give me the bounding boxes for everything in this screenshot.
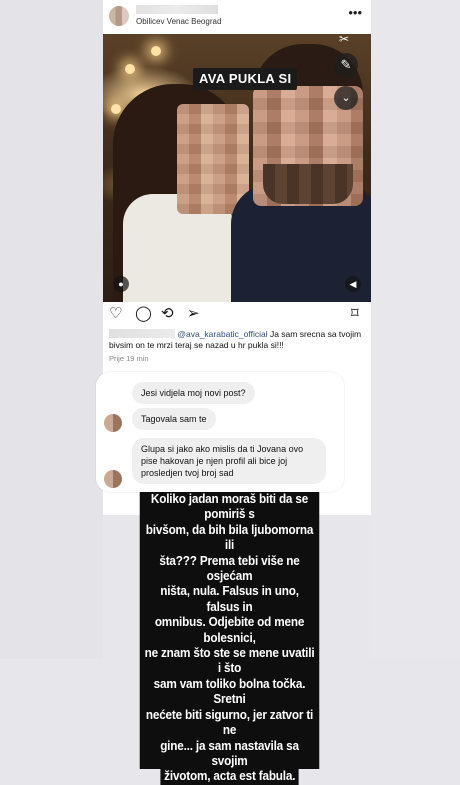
repost-icon[interactable]: ⟲ bbox=[161, 306, 174, 322]
pencil-edit-icon[interactable]: ✎ bbox=[334, 53, 358, 77]
direct-message-screenshot: Jesi vidjela moj novi post? Tagovala sam… bbox=[96, 372, 344, 492]
post-caption: @ava_karabatic_official Ja sam srecna sa… bbox=[109, 329, 365, 351]
chevron-down-icon[interactable]: ⌄ bbox=[334, 86, 358, 110]
story-background-left bbox=[0, 0, 103, 659]
sender-avatar bbox=[104, 414, 122, 432]
caption-mention[interactable]: @ava_karabatic_official bbox=[177, 329, 267, 339]
sound-icon[interactable]: ◀ bbox=[345, 276, 361, 292]
background-lamp bbox=[111, 104, 121, 114]
story-text-line: gine... ja sam nastavila sa svojim bbox=[139, 738, 320, 770]
post-location[interactable]: Obilicev Venac Beograd bbox=[136, 17, 221, 26]
sender-avatar bbox=[104, 470, 122, 488]
background-lamp bbox=[151, 46, 161, 56]
story-text-line: nećete biti sigurno, jer zatvor ti ne bbox=[139, 707, 320, 739]
poster-name-redacted bbox=[136, 5, 218, 14]
story-text-line: ništa, nula. Falsus in uno, falsus in bbox=[139, 584, 320, 616]
story-text-line: životom, acta est fabula. bbox=[160, 769, 299, 785]
caption-username-redacted bbox=[109, 329, 175, 338]
story-text-line: omnibus. Odjebite od mene bolesnici, bbox=[139, 615, 320, 647]
story-text-line: bivšom, da bih bila ljubomorna ili bbox=[139, 522, 320, 554]
share-icon[interactable]: ➢ bbox=[187, 306, 200, 322]
story-text-line: Koliko jadan moraš biti da se pomiriš s bbox=[139, 492, 320, 523]
story-text-box: Koliko jadan moraš biti da se pomiriš s … bbox=[134, 492, 325, 785]
story-text-line: ne znam što ste se mene uvatili i što bbox=[139, 646, 320, 677]
background-lamp bbox=[125, 64, 135, 74]
bookmark-icon[interactable]: ⌑ bbox=[351, 306, 359, 322]
post-header: Obilicev Venac Beograd ••• bbox=[103, 0, 371, 34]
message-bubble: Jesi vidjela moj novi post? bbox=[132, 382, 255, 404]
comment-icon[interactable]: ◯ bbox=[135, 306, 152, 322]
woman-face-pixelated bbox=[177, 104, 249, 214]
post-action-bar: ♡ ◯ ⟲ ➢ ⌑ bbox=[103, 304, 371, 326]
message-bubble: Tagovala sam te bbox=[132, 408, 216, 430]
post-photo[interactable]: AVA PUKLA SI ✂ ✎ ⌄ ● ◀ bbox=[103, 34, 371, 302]
heart-icon[interactable]: ♡ bbox=[109, 306, 122, 322]
post-time: Prije 19 min bbox=[109, 354, 149, 363]
poster-avatar[interactable] bbox=[109, 6, 129, 26]
man-beard-pixelated bbox=[263, 164, 353, 204]
text-sticker: AVA PUKLA SI bbox=[193, 68, 298, 90]
message-bubble: Glupa si jako ako mislis da ti Jovana ov… bbox=[132, 438, 326, 484]
scissors-icon[interactable]: ✂ bbox=[339, 34, 349, 46]
story-text-line: sam vam toliko bolna točka. Sretni bbox=[139, 676, 320, 708]
story-text-line: šta??? Prema tebi više ne osjećam bbox=[139, 553, 320, 585]
more-horizontal-icon[interactable]: ••• bbox=[348, 6, 362, 19]
story-background-right bbox=[371, 0, 460, 659]
tagged-user-icon[interactable]: ● bbox=[113, 276, 129, 292]
